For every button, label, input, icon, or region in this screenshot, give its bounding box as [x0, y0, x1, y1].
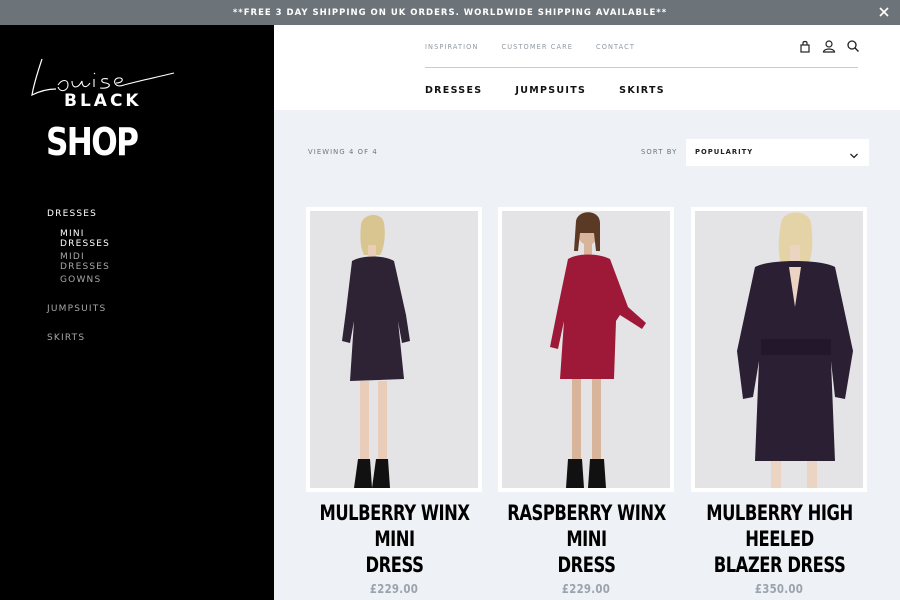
product-image[interactable] — [310, 211, 478, 488]
product-image-frame — [691, 207, 867, 492]
main-nav: DRESSES JUMPSUITS SKIRTS — [425, 85, 665, 96]
product-name-line: BLAZER DRESS — [713, 553, 845, 577]
model-illustration — [737, 212, 853, 488]
nav-jumpsuits[interactable]: JUMPSUITS — [515, 85, 586, 96]
sidebar-item-jumpsuits[interactable]: JUMPSUITS — [47, 304, 106, 314]
model-illustration — [342, 214, 410, 488]
product-name-line: DRESS — [365, 553, 423, 577]
product-image[interactable] — [502, 211, 670, 488]
search-icon[interactable] — [846, 39, 860, 53]
account-icon[interactable] — [822, 39, 836, 53]
site-header: INSPIRATION CUSTOMER CARE CONTACT DRESSE… — [274, 25, 900, 110]
sidebar-item-gowns[interactable]: GOWNS — [60, 275, 101, 285]
link-contact[interactable]: CONTACT — [596, 43, 635, 51]
sidebar-item-mini-dresses[interactable]: MINI DRESSES — [60, 229, 110, 249]
chevron-down-icon — [849, 148, 859, 159]
results-count: VIEWING 4 OF 4 — [308, 148, 378, 156]
product-name-line: MULBERRY WINX MINI — [318, 501, 470, 551]
product-name[interactable]: MULBERRY HIGH HEELED BLAZER DRESS — [691, 500, 867, 578]
header-icons — [798, 39, 860, 53]
nav-skirts[interactable]: SKIRTS — [619, 85, 665, 96]
product-image-frame — [498, 207, 674, 492]
link-customer-care[interactable]: CUSTOMER CARE — [502, 43, 574, 51]
product-image[interactable] — [695, 211, 863, 488]
logo-wordmark: BLACK — [64, 91, 142, 111]
close-icon[interactable] — [876, 4, 892, 20]
nav-dresses[interactable]: DRESSES — [425, 85, 482, 96]
sort-label: SORT BY — [641, 148, 678, 156]
dress-shape — [342, 256, 410, 381]
announcement-text: **FREE 3 DAY SHIPPING ON UK ORDERS. WORL… — [232, 7, 668, 18]
product-name[interactable]: MULBERRY WINX MINI DRESS — [306, 500, 482, 578]
product-card[interactable]: RASPBERRY WINX MINI DRESS £229.00 — [498, 207, 674, 596]
product-name-line: RASPBERRY WINX MINI — [506, 501, 666, 551]
product-name-line: DRESS — [557, 553, 615, 577]
product-price: £229.00 — [369, 582, 419, 596]
model-illustration — [550, 212, 646, 488]
sidebar: BLACK SHOP DRESSES MINI DRESSES MIDI DRE… — [0, 25, 274, 600]
product-price: £350.00 — [754, 582, 804, 596]
product-card[interactable]: MULBERRY HIGH HEELED BLAZER DRESS £350.0… — [691, 207, 867, 596]
bag-icon[interactable] — [798, 39, 812, 53]
product-image-frame — [306, 207, 482, 492]
dress-shape — [550, 254, 646, 379]
page-title: SHOP — [46, 120, 139, 164]
link-inspiration[interactable]: INSPIRATION — [425, 43, 479, 51]
sort-value: POPULARITY — [695, 148, 754, 156]
product-price: £229.00 — [561, 582, 611, 596]
sidebar-item-dresses[interactable]: DRESSES — [47, 209, 97, 219]
utility-links: INSPIRATION CUSTOMER CARE CONTACT — [425, 43, 635, 51]
sort-dropdown[interactable]: POPULARITY — [686, 139, 869, 166]
product-name[interactable]: RASPBERRY WINX MINI DRESS — [498, 500, 674, 578]
header-divider — [425, 67, 858, 68]
announcement-bar: **FREE 3 DAY SHIPPING ON UK ORDERS. WORL… — [0, 0, 900, 25]
product-name-line: MULBERRY HIGH HEELED — [705, 501, 853, 551]
sidebar-item-midi-dresses[interactable]: MIDI DRESSES — [60, 252, 110, 272]
sidebar-item-skirts[interactable]: SKIRTS — [47, 333, 85, 343]
brand-logo[interactable]: BLACK — [28, 51, 178, 113]
product-card[interactable]: MULBERRY WINX MINI DRESS £229.00 — [306, 207, 482, 596]
